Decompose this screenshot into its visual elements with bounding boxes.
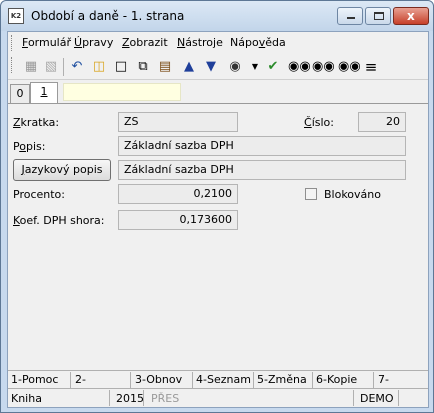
status-separator — [353, 390, 354, 406]
window-client-area: Formulář Úpravy Zobrazit Nástroje Nápově… — [7, 31, 429, 408]
menu-napoveda[interactable]: Nápověda — [230, 36, 286, 49]
copy-icon[interactable]: ⧉ — [134, 58, 152, 76]
toolbar-separator — [63, 58, 64, 76]
cislo-field[interactable]: 20 — [358, 112, 406, 132]
minimize-button[interactable] — [337, 7, 363, 25]
jazykovy-popis-field[interactable]: Základní sazba DPH — [118, 160, 406, 180]
arrow-up-icon[interactable]: ▲ — [180, 58, 198, 76]
binoculars-back-icon[interactable]: ◉◉ — [338, 58, 361, 76]
zkratka-field[interactable]: ZS — [118, 112, 238, 132]
procento-label: Procento: — [13, 188, 65, 201]
blokovano-checkbox[interactable] — [305, 188, 317, 200]
app-icon: K2 — [8, 8, 24, 24]
tab-1[interactable]: 1 — [30, 82, 58, 104]
book-icon[interactable]: ▤ — [156, 58, 174, 76]
tab-info-area — [63, 83, 181, 101]
fkey-separator — [253, 372, 254, 388]
koef-dph-label: Koef. DPH shora: — [13, 214, 105, 227]
menu-formular[interactable]: Formulář — [22, 36, 71, 49]
new-document-icon[interactable]: □ — [112, 58, 130, 76]
fkey-separator — [312, 372, 313, 388]
fkey-separator — [70, 372, 71, 388]
fkey-7[interactable]: 7- — [378, 373, 389, 386]
list-icon[interactable]: ≡ — [362, 58, 380, 76]
camera-icon[interactable]: ◉ — [226, 58, 244, 76]
blokovano-label: Blokováno — [324, 188, 381, 201]
binoculars-icon[interactable]: ◉◉ — [288, 58, 311, 76]
fkey-zmena[interactable]: 5-Změna — [257, 373, 307, 386]
status-separator — [143, 390, 144, 406]
toolbar-grip — [11, 57, 14, 73]
status-database: DEMO — [360, 392, 394, 405]
menu-grip — [11, 35, 14, 51]
binoculars-next-icon[interactable]: ◉◉ — [312, 58, 335, 76]
tab-0[interactable]: 0 — [10, 84, 30, 103]
status-bar: Kniha 2015 PŘES DEMO — [8, 388, 428, 407]
application-window: K2 Období a daně - 1. strana x Formulář … — [0, 0, 434, 413]
status-book: Kniha — [11, 392, 42, 405]
menu-nastroje[interactable]: Nástroje — [177, 36, 223, 49]
maximize-icon — [374, 12, 384, 20]
fkey-separator — [130, 372, 131, 388]
dropdown-arrow-icon[interactable]: ▼ — [246, 58, 264, 76]
fkey-separator — [192, 372, 193, 388]
status-separator — [109, 390, 110, 406]
popis-field[interactable]: Základní sazba DPH — [118, 136, 406, 156]
toolbar: ▦ ▧ ↶ ◫ □ ⧉ ▤ ▲ ▼ ◉ ▼ ✔ ◉◉ ◉◉ ◉◉ ≡ — [8, 54, 428, 80]
close-icon: x — [407, 9, 415, 23]
open-folder-icon[interactable]: ◫ — [90, 58, 108, 76]
status-year: 2015 — [116, 392, 144, 405]
maximize-button[interactable] — [365, 7, 391, 25]
minimize-icon — [347, 17, 355, 19]
menu-upravy[interactable]: Úpravy — [74, 36, 113, 49]
cislo-label: Číslo: — [304, 116, 334, 129]
menu-bar: Formulář Úpravy Zobrazit Nástroje Nápově… — [8, 32, 428, 54]
fkey-pomoc[interactable]: 1-Pomoc — [11, 373, 58, 386]
save-icon[interactable]: ▦ — [22, 58, 40, 76]
fkey-separator — [373, 372, 374, 388]
function-keys-bar: 1-Pomoc 2- 3-Obnov 4-Seznam 5-Změna 6-Ko… — [8, 370, 428, 388]
undo-icon[interactable]: ↶ — [68, 58, 86, 76]
procento-field[interactable]: 0,2100 — [118, 184, 238, 204]
fkey-kopie[interactable]: 6-Kopie — [316, 373, 357, 386]
jazykovy-popis-button[interactable]: Jazykový popis — [13, 159, 111, 181]
menu-zobrazit[interactable]: Zobrazit — [122, 36, 168, 49]
close-button[interactable]: x — [393, 7, 429, 25]
tab-strip: 0 1 — [8, 82, 428, 104]
save-as-icon[interactable]: ▧ — [42, 58, 60, 76]
fkey-2[interactable]: 2- — [75, 373, 86, 386]
window-title: Období a daně - 1. strana — [31, 9, 185, 23]
arrow-down-icon[interactable]: ▼ — [202, 58, 220, 76]
popis-label: Popis: — [13, 140, 46, 153]
status-mode: PŘES — [151, 392, 180, 405]
fkey-seznam[interactable]: 4-Seznam — [196, 373, 251, 386]
title-bar[interactable]: K2 Období a daně - 1. strana x — [1, 1, 433, 31]
filter-icon[interactable]: ✔ — [264, 58, 282, 76]
koef-dph-field[interactable]: 0,173600 — [118, 210, 238, 230]
status-separator — [398, 390, 399, 406]
zkratka-label: Zkratka: — [13, 116, 60, 129]
form-panel: Zkratka: ZS Číslo: 20 Popis: Základní sa… — [8, 103, 428, 367]
fkey-obnov[interactable]: 3-Obnov — [135, 373, 182, 386]
